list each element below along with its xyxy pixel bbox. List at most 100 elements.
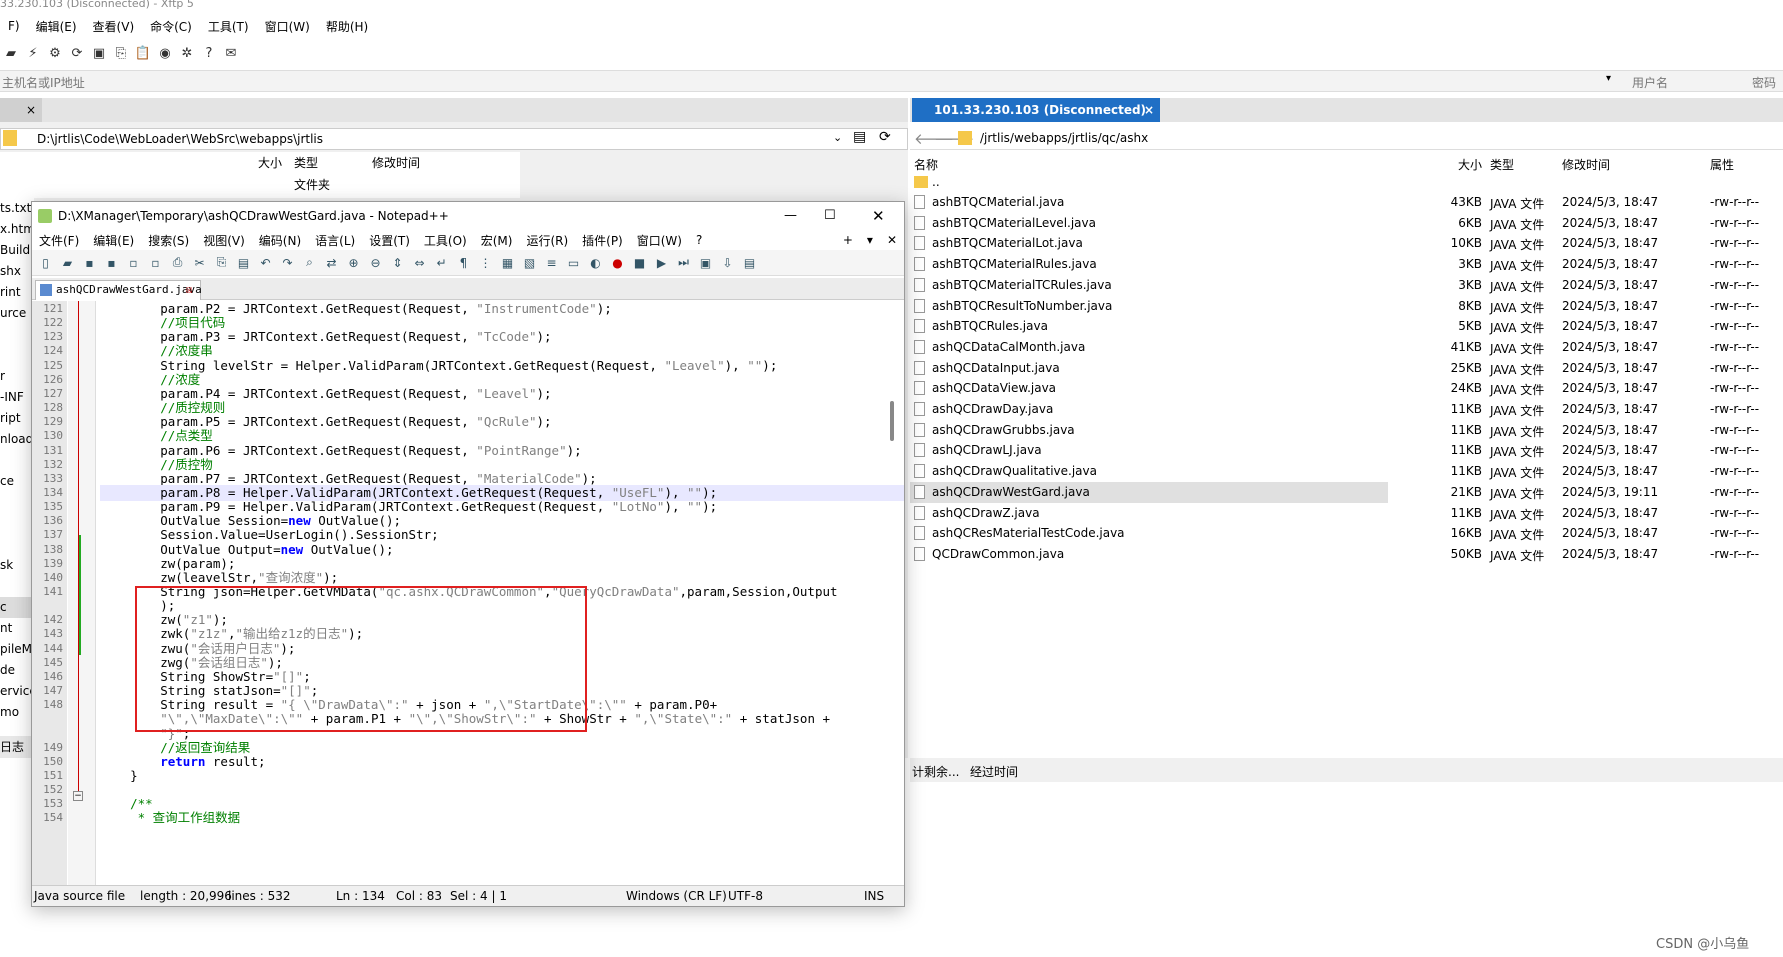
table-row[interactable]: ashBTQCMaterial.java 43KB JAVA 文件 2024/5/3,… — [910, 192, 1783, 213]
zoom-in-icon[interactable]: ⊕ — [344, 253, 363, 272]
list-item[interactable]: x.html — [0, 219, 34, 240]
list-item[interactable] — [0, 450, 34, 471]
list-item[interactable]: nt — [0, 618, 34, 639]
tab-ashqcdrawwestgard[interactable]: ashQCDrawWestGard.java ☒ — [35, 280, 202, 300]
fold-toggle-icon[interactable]: − — [73, 791, 83, 801]
tab-remaining[interactable]: 计剩余... — [912, 763, 959, 780]
np-menu-file[interactable]: 文件(F) — [32, 232, 86, 249]
np-menu-search[interactable]: 搜索(S) — [141, 232, 196, 249]
list-item[interactable]: Build — [0, 240, 34, 261]
np-menu-help[interactable]: ? — [689, 233, 709, 247]
menu-view[interactable]: 查看(V) — [85, 18, 143, 35]
indent-guide-icon[interactable]: ⋮ — [476, 253, 495, 272]
np-menu-macro[interactable]: 宏(M) — [474, 232, 520, 249]
open-file-icon[interactable]: ▰ — [58, 253, 77, 272]
udl-icon[interactable]: ▦ — [498, 253, 517, 272]
word-wrap-icon[interactable]: ↵ — [432, 253, 451, 272]
list-item[interactable]: c — [0, 597, 34, 618]
refresh-icon[interactable]: ⟳ — [879, 129, 891, 145]
np-menu-tools[interactable]: 工具(O) — [417, 232, 474, 249]
np-menu-settings[interactable]: 设置(T) — [362, 232, 417, 249]
close-icon[interactable]: ✕ — [880, 233, 904, 247]
disconnect-icon[interactable]: ⚡ — [24, 44, 42, 62]
chevron-down-icon[interactable]: ⌄ — [833, 131, 842, 144]
np-menu-window[interactable]: 窗口(W) — [630, 232, 689, 249]
play-macro-icon[interactable]: ▶ — [652, 253, 671, 272]
menu-window[interactable]: 窗口(W) — [257, 18, 318, 35]
list-item[interactable]: r — [0, 366, 34, 387]
parent-dir[interactable]: .. — [932, 175, 940, 189]
minimize-icon[interactable]: — — [784, 202, 797, 230]
all-chars-icon[interactable]: ¶ — [454, 253, 473, 272]
np-menu-encoding[interactable]: 编码(N) — [252, 232, 308, 249]
plus-icon[interactable]: + — [836, 233, 860, 247]
maximize-icon[interactable]: ☐ — [824, 202, 836, 230]
remote-path[interactable]: /jrtlis/webapps/jrtlis/qc/ashx — [980, 131, 1148, 145]
code-line[interactable]: * 查询工作组数据 — [100, 810, 241, 826]
sync-h-icon[interactable]: ⇔ — [410, 253, 429, 272]
np-menu-run[interactable]: 运行(R) — [519, 232, 575, 249]
col-time[interactable]: 修改时间 — [1562, 156, 1610, 173]
find-icon[interactable]: ⌕ — [300, 253, 319, 272]
col-type[interactable]: 类型 — [294, 154, 318, 171]
log-tab[interactable]: 日志 — [0, 736, 34, 758]
globe-icon[interactable]: ◉ — [156, 44, 174, 62]
table-row[interactable]: ashQCDrawLJ.java 11KB JAVA 文件 2024/5/3, 18:… — [910, 440, 1783, 461]
list-item[interactable]: rint — [0, 282, 34, 303]
save-icon[interactable]: ▪ — [80, 253, 99, 272]
function-list-icon[interactable]: ≡ — [542, 253, 561, 272]
open-folder-icon[interactable]: ▰ — [2, 44, 20, 62]
password-input[interactable]: 密码 — [1752, 74, 1776, 91]
list-item[interactable] — [0, 576, 34, 597]
col-size[interactable]: 大小 — [258, 154, 282, 171]
help-icon[interactable]: ? — [200, 44, 218, 62]
list-item[interactable] — [0, 492, 34, 513]
table-row[interactable]: ashBTQCMaterialLevel.java 6KB JAVA 文件 2024/… — [910, 213, 1783, 234]
copy-icon[interactable]: ⎘ — [112, 44, 130, 62]
close-icon[interactable]: × — [0, 98, 42, 122]
host-input[interactable]: 主机名或IP地址 — [2, 74, 85, 91]
host-dropdown-icon[interactable]: ▾ — [1606, 73, 1611, 84]
table-row[interactable]: ashQCDrawQualitative.java 11KB JAVA 文件 2024… — [910, 461, 1783, 482]
np-menu-edit[interactable]: 编辑(E) — [86, 232, 141, 249]
record-macro-icon[interactable]: ● — [608, 253, 627, 272]
table-row[interactable]: QCDrawCommon.java 50KB JAVA 文件 2024/5/3, 18… — [910, 544, 1783, 565]
menu-tools[interactable]: 工具(T) — [200, 18, 257, 35]
save-macro-icon[interactable]: ▣ — [696, 253, 715, 272]
list-item[interactable]: nload — [0, 429, 34, 450]
col-attr[interactable]: 属性 — [1710, 156, 1734, 173]
menu-help[interactable]: 帮助(H) — [318, 18, 376, 35]
table-row[interactable]: ashQCDataInput.java 25KB JAVA 文件 2024/5/3, … — [910, 358, 1783, 379]
cut-icon[interactable]: ✂ — [190, 253, 209, 272]
list-item[interactable] — [0, 345, 34, 366]
list-item[interactable]: urce — [0, 303, 34, 324]
replace-icon[interactable]: ⇄ — [322, 253, 341, 272]
tab-remote-session[interactable]: 101.33.230.103 (Disconnected) × — [912, 98, 1160, 122]
redo-icon[interactable]: ↷ — [278, 253, 297, 272]
settings-icon[interactable]: ✲ — [178, 44, 196, 62]
scrollbar-thumb[interactable] — [890, 401, 894, 441]
list-item[interactable]: ervice — [0, 681, 34, 702]
list-item[interactable]: pileM — [0, 639, 34, 660]
plugin-icon[interactable]: ⇩ — [718, 253, 737, 272]
monitor-icon[interactable]: ◐ — [586, 253, 605, 272]
sync-icon[interactable]: ⟳ — [68, 44, 86, 62]
doc-map-icon[interactable]: ▧ — [520, 253, 539, 272]
zoom-out-icon[interactable]: ⊖ — [366, 253, 385, 272]
table-row[interactable]: ashBTQCResultToNumber.java 8KB JAVA 文件 2024… — [910, 296, 1783, 317]
close-file-icon[interactable]: ▫ — [124, 253, 143, 272]
col-name[interactable]: 名称 — [914, 156, 938, 173]
table-row[interactable]: ashQCDataView.java 24KB JAVA 文件 2024/5/3, 1… — [910, 378, 1783, 399]
local-path[interactable]: D:\jrtlis\Code\WebLoader\WebSrc\webapps\… — [37, 132, 323, 146]
undo-icon[interactable]: ↶ — [256, 253, 275, 272]
reconnect-icon[interactable]: ⚙ — [46, 44, 64, 62]
table-row[interactable]: ashQCDrawGrubbs.java 11KB JAVA 文件 2024/5/3,… — [910, 420, 1783, 441]
table-row[interactable]: ashQCDrawWestGard.java 21KB JAVA 文件 2024/5/… — [910, 481, 1783, 503]
table-row[interactable]: ashBTQCRules.java 5KB JAVA 文件 2024/5/3, 18:… — [910, 316, 1783, 337]
list-item[interactable]: shx — [0, 261, 34, 282]
paste-icon[interactable]: ▤ — [234, 253, 253, 272]
table-row[interactable]: ashBTQCMaterialLot.java 10KB JAVA 文件 2024/5… — [910, 233, 1783, 254]
tab-elapsed[interactable]: 经过时间 — [970, 763, 1018, 780]
list-item[interactable] — [0, 324, 34, 345]
col-time[interactable]: 修改时间 — [372, 154, 420, 171]
